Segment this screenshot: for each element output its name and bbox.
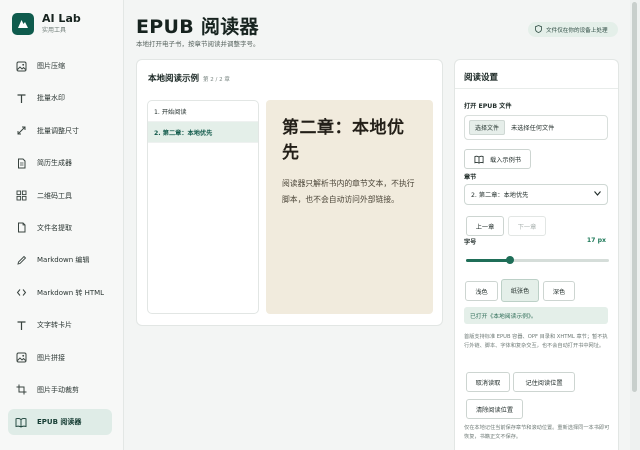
sidebar-item-label: 简历生成器 bbox=[37, 159, 72, 168]
sidebar-item-label: 批量调整尺寸 bbox=[37, 126, 79, 135]
page-subtitle: 本地打开电子书，按章节阅读并调整字号。 bbox=[136, 40, 260, 48]
chapter-body: 阅读器只解析书内的章节文本，不执行脚本，也不会自动访问外部链接。 bbox=[282, 179, 415, 204]
sidebar-item-qrcode[interactable]: 二维码工具 bbox=[8, 183, 112, 209]
slider-thumb[interactable] bbox=[506, 256, 515, 264]
font-size-value: 17 px bbox=[586, 237, 606, 244]
sidebar-item-batch-watermark[interactable]: 批量水印 bbox=[8, 85, 112, 111]
toc-item-active[interactable]: 2. 第二章：本地优先 bbox=[148, 122, 258, 143]
brand-subtitle: 实用工具 bbox=[42, 27, 67, 34]
code-icon bbox=[15, 287, 27, 299]
sidebar: AI Lab 实用工具 图片压缩 批量水印 批量调整尺寸 简历生成器 二维码工具… bbox=[0, 0, 124, 450]
document-icon bbox=[15, 157, 27, 169]
shield-icon bbox=[535, 24, 542, 35]
privacy-badge-text: 文件仅在你的设备上处理 bbox=[546, 27, 608, 34]
clear-position-button[interactable]: 清除阅读位置 bbox=[466, 399, 523, 419]
settings-title: 阅读设置 bbox=[464, 73, 499, 83]
sidebar-item-label: 文字转卡片 bbox=[37, 321, 72, 330]
sidebar-item-label: EPUB 阅读器 bbox=[37, 418, 82, 427]
theme-light-button[interactable]: 浅色 bbox=[465, 281, 498, 301]
chapter-count: 第 2 / 2 章 bbox=[203, 77, 230, 83]
sidebar-item-epub-reader[interactable]: EPUB 阅读器 bbox=[8, 409, 112, 436]
sidebar-item-label: Markdown 转 HTML bbox=[37, 288, 105, 297]
load-sample-button[interactable]: 载入示例书 bbox=[464, 149, 531, 169]
sidebar-item-text-to-card[interactable]: 文字转卡片 bbox=[8, 312, 112, 338]
image-icon bbox=[15, 60, 27, 72]
status-notice: 已打开《本地阅读示例》。 bbox=[464, 307, 608, 324]
sidebar-item-label: Markdown 编辑 bbox=[37, 256, 90, 265]
sidebar-item-label: 文件名提取 bbox=[37, 223, 72, 232]
brand-name: AI Lab bbox=[42, 12, 81, 25]
sidebar-item-label: 图片压缩 bbox=[37, 62, 65, 70]
cancel-read-button[interactable]: 取消读取 bbox=[466, 372, 510, 392]
chapter-select[interactable]: 2. 第二章：本地优先 bbox=[464, 184, 608, 205]
page-scrollbar-thumb[interactable] bbox=[632, 2, 637, 392]
chapter-content: 第二章：本地优先 阅读器只解析书内的章节文本，不执行脚本，也不会自动访问外部链接… bbox=[266, 100, 433, 314]
support-hint: 首版支持标准 EPUB 容器、OPF 目录和 XHTML 章节；暂不执行外链、脚… bbox=[464, 334, 608, 349]
reader-panel: 本地阅读示例 第 2 / 2 章 1. 开始阅读 2. 第二章：本地优先 第二章… bbox=[136, 59, 443, 326]
sidebar-item-image-compress[interactable]: 图片压缩 bbox=[8, 53, 112, 79]
text-icon bbox=[15, 319, 27, 331]
table-of-contents: 1. 开始阅读 2. 第二章：本地优先 bbox=[147, 100, 259, 314]
book-icon bbox=[15, 416, 27, 428]
sidebar-item-batch-resize[interactable]: 批量调整尺寸 bbox=[8, 118, 112, 144]
sidebar-item-resume-builder[interactable]: 简历生成器 bbox=[8, 150, 112, 176]
open-epub-label: 打开 EPUB 文件 bbox=[464, 103, 512, 110]
font-size-slider[interactable] bbox=[466, 256, 609, 264]
page-title: EPUB 阅读器 bbox=[136, 16, 259, 38]
text-icon bbox=[15, 92, 27, 104]
divider bbox=[455, 88, 618, 89]
choose-file-button[interactable]: 选择文件 bbox=[469, 120, 506, 135]
font-size-label: 字号 bbox=[464, 239, 477, 246]
file-input[interactable]: 选择文件 未选择任何文件 bbox=[464, 115, 608, 140]
slider-fill bbox=[466, 258, 511, 262]
reader-title: 本地阅读示例 bbox=[148, 74, 200, 84]
sidebar-item-label: 批量水印 bbox=[37, 94, 65, 103]
prev-chapter-button[interactable]: 上一章 bbox=[466, 216, 504, 236]
book-icon bbox=[474, 155, 484, 164]
file-icon bbox=[15, 222, 27, 234]
position-hint: 仅在本地记住当前保存章节和滚动位置。重新选择同一本书即可恢复，书籍正文不保存。 bbox=[464, 425, 610, 440]
toc-item[interactable]: 1. 开始阅读 bbox=[148, 101, 258, 122]
crop-icon bbox=[15, 384, 27, 396]
chapter-title: 第二章：本地优先 bbox=[282, 118, 405, 163]
sidebar-item-label: 图片手动裁剪 bbox=[37, 385, 79, 394]
pen-icon bbox=[15, 254, 27, 266]
brand-logo-icon bbox=[12, 12, 34, 35]
sidebar-item-markdown-to-html[interactable]: Markdown 转 HTML bbox=[8, 280, 112, 306]
theme-dark-button[interactable]: 深色 bbox=[543, 281, 575, 301]
settings-panel: 阅读设置 打开 EPUB 文件 选择文件 未选择任何文件 载入示例书 章节 2.… bbox=[454, 59, 619, 450]
sidebar-item-label: 二维码工具 bbox=[37, 191, 72, 200]
chapter-label: 章节 bbox=[464, 174, 477, 181]
sidebar-nav: 图片压缩 批量水印 批量调整尺寸 简历生成器 二维码工具 文件名提取 Markd… bbox=[8, 53, 112, 442]
theme-paper-button[interactable]: 纸张色 bbox=[501, 279, 539, 302]
remember-position-button[interactable]: 记住阅读位置 bbox=[513, 372, 575, 392]
file-status: 未选择任何文件 bbox=[511, 125, 555, 132]
sidebar-item-label: 图片拼接 bbox=[37, 353, 65, 362]
image-icon bbox=[15, 352, 27, 364]
sidebar-item-image-stitch[interactable]: 图片拼接 bbox=[8, 345, 112, 371]
next-chapter-button[interactable]: 下一章 bbox=[508, 216, 546, 236]
chapter-select-value: 2. 第二章：本地优先 bbox=[471, 192, 529, 199]
sidebar-item-filename-extract[interactable]: 文件名提取 bbox=[8, 215, 112, 241]
load-sample-label: 载入示例书 bbox=[490, 156, 521, 164]
sidebar-item-image-crop[interactable]: 图片手动裁剪 bbox=[8, 377, 112, 403]
sidebar-item-markdown-edit[interactable]: Markdown 编辑 bbox=[8, 247, 112, 273]
grid-icon bbox=[15, 190, 27, 202]
brand: AI Lab 实用工具 bbox=[12, 12, 81, 35]
resize-arrows-icon bbox=[15, 125, 27, 137]
privacy-badge: 文件仅在你的设备上处理 bbox=[528, 22, 618, 37]
chevron-down-icon bbox=[594, 191, 601, 198]
